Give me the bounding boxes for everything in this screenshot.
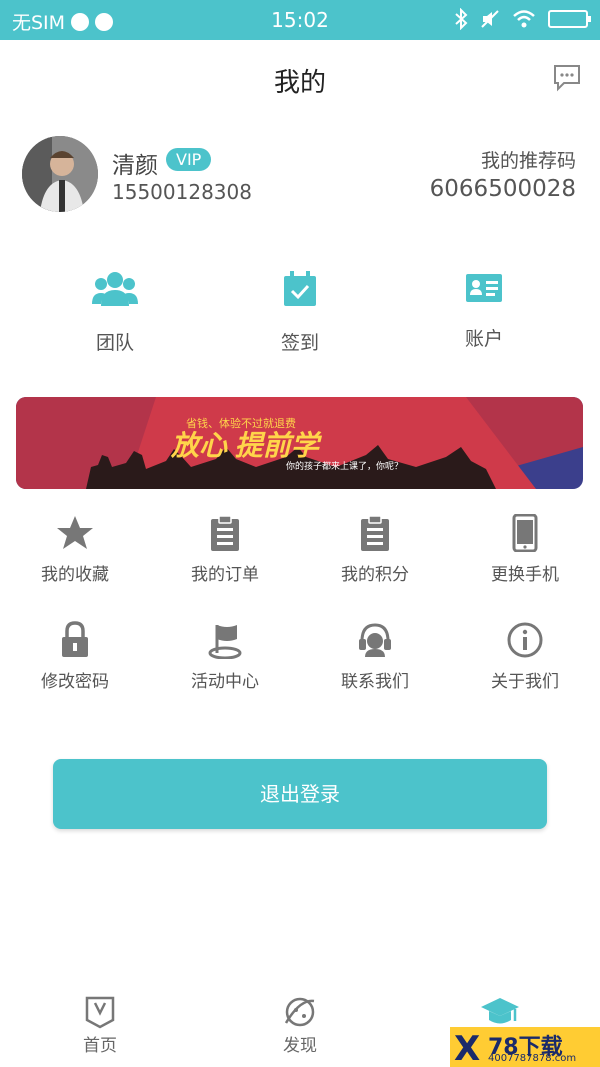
watermark-url: 4007787878.com (488, 1053, 577, 1064)
lock-icon (62, 621, 88, 657)
menu-item-change-phone[interactable]: 更换手机 (450, 514, 600, 585)
username: 清颜 (112, 153, 158, 179)
page-title: 我的 (273, 68, 326, 98)
menu-item-orders[interactable]: 我的订单 (150, 514, 300, 585)
menu-item-about-us[interactable]: 关于我们 (450, 621, 600, 692)
tab-mine[interactable] (440, 995, 560, 1031)
menu-label-about-us: 关于我们 (491, 672, 559, 692)
quick-item-checkin[interactable]: 签到 (240, 270, 360, 355)
graduation-cap-icon (481, 998, 519, 1024)
info-icon (507, 622, 543, 658)
vip-badge: VIP (166, 148, 212, 171)
menu-label-change-password: 修改密码 (41, 672, 109, 692)
calendar-check-icon (284, 271, 316, 306)
menu-item-activity-center[interactable]: 活动中心 (150, 621, 300, 692)
quick-label-checkin: 签到 (280, 332, 319, 354)
profile-section: 清颜 VIP 15500128308 我的推荐码 6066500028 (0, 132, 600, 222)
banner-headline: 放心 提前学 (170, 430, 323, 461)
team-icon (92, 272, 138, 306)
menu-label-orders: 我的订单 (191, 565, 259, 585)
clipboard-icon (211, 515, 239, 551)
menu-item-points[interactable]: 我的积分 (300, 514, 450, 585)
logout-button[interactable]: 退出登录 (53, 759, 547, 829)
headset-icon (359, 623, 391, 657)
mute-icon (481, 10, 499, 28)
chat-icon[interactable] (552, 62, 582, 92)
banner-subline: 你的孩子都来上课了，你呢？ (286, 460, 403, 471)
tab-label-home: 首页 (83, 1036, 117, 1056)
flag-icon (208, 625, 242, 659)
watermark-x-icon: X (454, 1029, 481, 1067)
menu-label-change-phone: 更换手机 (491, 565, 559, 585)
promo-banner[interactable]: 省钱、体验不过就退费 放心 提前学 你的孩子都来上课了，你呢？ (16, 397, 583, 489)
planet-icon (284, 997, 315, 1027)
status-bar: 无SIM 15:02 (0, 0, 600, 40)
battery-icon (548, 10, 591, 28)
menu-label-favorites: 我的收藏 (41, 565, 109, 585)
quick-actions: 团队 签到 账户 (0, 270, 600, 370)
banner-tagline: 省钱、体验不过就退费 (186, 416, 296, 430)
menu-item-contact-us[interactable]: 联系我们 (300, 621, 450, 692)
clipboard-icon (361, 515, 389, 551)
star-icon (57, 516, 93, 549)
status-right (454, 8, 591, 30)
phone-number: 15500128308 (112, 180, 252, 204)
quick-label-team: 团队 (95, 332, 134, 354)
tab-label-discover: 发现 (283, 1036, 317, 1056)
tab-home[interactable]: 首页 (40, 995, 160, 1056)
watermark-logo: X 78下载 4007787878.com (450, 1027, 600, 1067)
wifi-icon (513, 10, 535, 28)
title-bar: 我的 (0, 40, 600, 118)
book-icon (85, 996, 115, 1029)
quick-item-account[interactable]: 账户 (424, 270, 544, 351)
menu-label-contact-us: 联系我们 (341, 672, 409, 692)
quick-item-team[interactable]: 团队 (55, 270, 175, 355)
phone-icon (512, 514, 538, 552)
menu-item-favorites[interactable]: 我的收藏 (0, 514, 150, 585)
menu-label-points: 我的积分 (341, 565, 409, 585)
referral-label: 我的推荐码 (480, 150, 576, 172)
id-card-icon (466, 274, 502, 302)
quick-label-account: 账户 (464, 328, 503, 350)
tab-discover[interactable]: 发现 (240, 995, 360, 1056)
menu-item-change-password[interactable]: 修改密码 (0, 621, 150, 692)
avatar[interactable] (22, 136, 98, 212)
menu-label-activity-center: 活动中心 (191, 672, 259, 692)
bluetooth-icon (455, 8, 468, 30)
referral-code: 6066500028 (429, 176, 576, 202)
